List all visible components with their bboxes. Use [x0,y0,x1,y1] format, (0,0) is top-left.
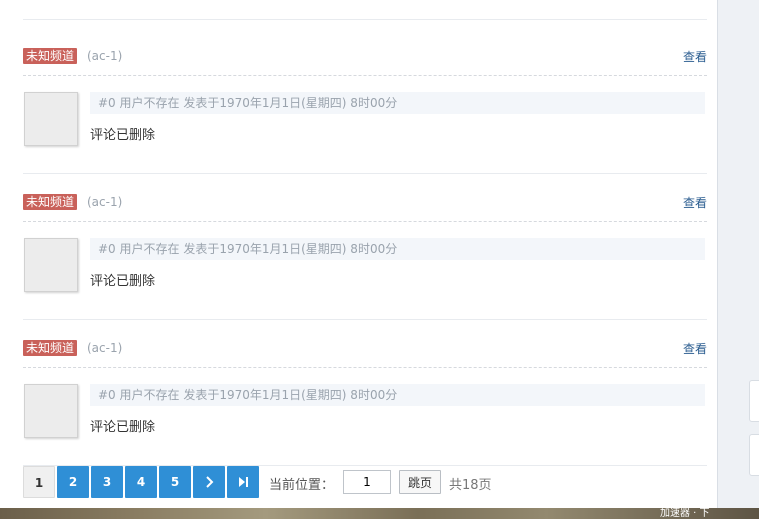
content-tag: (ac-1) [87,195,123,209]
content-tag: (ac-1) [87,49,123,63]
channel-badge[interactable]: 未知频道 [23,48,78,64]
desktop-background-strip [0,508,759,519]
pagination: 1 2 3 4 5 当前位置： 跳页 共18页 [23,466,707,498]
total-pages-label: 共18页 [449,478,492,493]
divider [23,19,707,20]
side-tab[interactable] [749,434,759,476]
content-tag: (ac-1) [87,341,123,355]
taskbar-text: 加速器 · 下 [660,508,710,519]
comment-item: 未知频道 (ac-1) 查看 #0 用户不存在 发表于1970年1月1日(星期四… [23,174,707,320]
side-tab[interactable] [749,380,759,422]
last-page-button[interactable] [227,466,259,498]
avatar[interactable] [24,92,78,146]
page-button[interactable]: 5 [159,466,191,498]
page-button[interactable]: 3 [91,466,123,498]
page-button-current[interactable]: 1 [23,466,55,498]
comment-text: 评论已删除 [90,274,156,289]
current-position-label: 当前位置： [269,478,335,493]
comment-meta: #0 用户不存在 发表于1970年1月1日(星期四) 8时00分 [90,238,705,260]
right-gutter [718,0,759,508]
comment-item: 未知频道 (ac-1) 查看 #0 用户不存在 发表于1970年1月1日(星期四… [23,28,707,174]
skip-to-end-icon [239,477,248,487]
avatar[interactable] [24,384,78,438]
next-page-button[interactable] [193,466,225,498]
comment-list-panel: 未知频道 (ac-1) 查看 #0 用户不存在 发表于1970年1月1日(星期四… [0,0,718,508]
avatar[interactable] [24,238,78,292]
comment-text: 评论已删除 [90,128,156,143]
dashed-divider [23,221,707,222]
comment-text: 评论已删除 [90,420,156,435]
view-link[interactable]: 查看 [683,194,707,211]
view-link[interactable]: 查看 [683,48,707,65]
channel-badge[interactable]: 未知频道 [23,340,78,356]
chevron-right-icon [206,476,214,488]
page-number-input[interactable] [343,470,391,494]
comment-meta: #0 用户不存在 发表于1970年1月1日(星期四) 8时00分 [90,384,705,406]
dashed-divider [23,75,707,76]
view-link[interactable]: 查看 [683,340,707,357]
dashed-divider [23,367,707,368]
channel-badge[interactable]: 未知频道 [23,194,78,210]
comment-item: 未知频道 (ac-1) 查看 #0 用户不存在 发表于1970年1月1日(星期四… [23,320,707,466]
page-button[interactable]: 4 [125,466,157,498]
jump-button[interactable]: 跳页 [399,470,441,494]
page-button[interactable]: 2 [57,466,89,498]
comment-meta: #0 用户不存在 发表于1970年1月1日(星期四) 8时00分 [90,92,705,114]
